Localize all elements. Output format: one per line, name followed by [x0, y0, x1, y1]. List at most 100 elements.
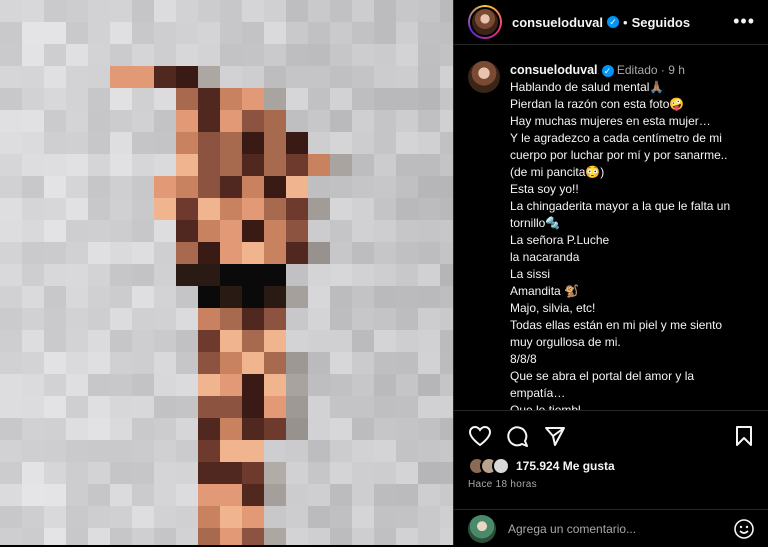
- caption-line: La chingaderita mayor a la que le falta …: [510, 199, 731, 213]
- caption-line: Que se abra el portal del amor y la: [510, 369, 695, 383]
- comment-input[interactable]: Agrega un comentario...: [508, 522, 636, 536]
- mosaic-pixel: [308, 352, 330, 374]
- mosaic-pixel: [110, 110, 132, 132]
- mosaic-pixel: [176, 308, 198, 330]
- mosaic-pixel: [264, 198, 286, 220]
- mosaic-pixel: [132, 352, 154, 374]
- mosaic-pixel: [132, 198, 154, 220]
- caption-line: La sissi: [510, 267, 551, 281]
- mosaic-pixel: [154, 66, 176, 88]
- heart-icon[interactable]: [468, 425, 492, 452]
- bookmark-icon[interactable]: [734, 425, 754, 452]
- mosaic-pixel: [286, 154, 308, 176]
- mosaic-pixel: [110, 528, 132, 545]
- caption-avatar[interactable]: [468, 61, 500, 93]
- mosaic-pixel: [0, 484, 22, 506]
- mosaic-pixel: [154, 528, 176, 545]
- mosaic-pixel: [418, 66, 440, 88]
- mosaic-pixel: [396, 220, 418, 242]
- author-avatar[interactable]: [470, 7, 500, 37]
- mosaic-pixel: [22, 528, 44, 545]
- author-avatar-ring[interactable]: [468, 5, 502, 39]
- mosaic-pixel: [440, 132, 453, 154]
- caption-username[interactable]: consueloduval: [510, 63, 598, 77]
- mosaic-pixel: [220, 44, 242, 66]
- mosaic-pixel: [176, 242, 198, 264]
- mosaic-pixel: [110, 0, 132, 22]
- mosaic-pixel: [44, 154, 66, 176]
- emoji-icon[interactable]: [733, 518, 755, 545]
- mosaic-pixel: [154, 176, 176, 198]
- caption-line: Majo, silvia, etc!: [510, 301, 596, 315]
- mosaic-pixel: [132, 110, 154, 132]
- mosaic-pixel: [374, 44, 396, 66]
- mosaic-pixel: [418, 110, 440, 132]
- mosaic-pixel: [132, 220, 154, 242]
- mosaic-pixel: [88, 110, 110, 132]
- mosaic-pixel: [88, 418, 110, 440]
- likes-count[interactable]: 175.924 Me gusta: [516, 459, 615, 473]
- mosaic-pixel: [242, 396, 264, 418]
- mosaic-pixel: [44, 132, 66, 154]
- mosaic-pixel: [396, 330, 418, 352]
- mosaic-pixel: [308, 110, 330, 132]
- more-horizontal-icon[interactable]: •••: [733, 11, 755, 32]
- mosaic-pixel: [286, 286, 308, 308]
- mosaic-pixel: [44, 66, 66, 88]
- mosaic-pixel: [66, 484, 88, 506]
- post-side-panel: consueloduval ✓ • Seguidos ••• consuelod…: [453, 0, 768, 545]
- mosaic-pixel: [374, 440, 396, 462]
- mosaic-pixel: [154, 506, 176, 528]
- post-image[interactable]: [0, 0, 453, 545]
- mosaic-pixel: [198, 66, 220, 88]
- author-username[interactable]: consueloduval: [512, 15, 603, 30]
- mosaic-pixel: [374, 198, 396, 220]
- mosaic-pixel: [176, 220, 198, 242]
- mosaic-pixel: [220, 110, 242, 132]
- mosaic-pixel: [22, 132, 44, 154]
- share-icon[interactable]: [544, 425, 566, 452]
- mosaic-pixel: [396, 418, 418, 440]
- comment-icon[interactable]: [506, 425, 528, 452]
- liker-avatar: [492, 457, 510, 475]
- mosaic-pixel: [154, 22, 176, 44]
- mosaic-pixel: [0, 110, 22, 132]
- mosaic-pixel: [286, 44, 308, 66]
- mosaic-pixel: [0, 22, 22, 44]
- mosaic-pixel: [418, 0, 440, 22]
- mosaic-pixel: [0, 330, 22, 352]
- mosaic-pixel: [418, 176, 440, 198]
- likes-row[interactable]: 175.924 Me gusta: [468, 457, 615, 475]
- mosaic-pixel: [440, 242, 453, 264]
- mosaic-pixel: [198, 242, 220, 264]
- mosaic-pixel: [110, 176, 132, 198]
- mosaic-pixel: [396, 352, 418, 374]
- mosaic-pixel: [66, 66, 88, 88]
- mosaic-pixel: [154, 0, 176, 22]
- mosaic-pixel: [66, 528, 88, 545]
- mosaic-pixel: [132, 396, 154, 418]
- mosaic-pixel: [418, 528, 440, 545]
- following-button[interactable]: Seguidos: [632, 15, 691, 30]
- mosaic-pixel: [110, 462, 132, 484]
- mosaic-pixel: [198, 330, 220, 352]
- mosaic-pixel: [22, 176, 44, 198]
- mosaic-pixel: [308, 506, 330, 528]
- mosaic-pixel: [132, 308, 154, 330]
- mosaic-pixel: [198, 440, 220, 462]
- mosaic-pixel: [22, 154, 44, 176]
- mosaic-pixel: [198, 220, 220, 242]
- mosaic-pixel: [198, 154, 220, 176]
- mosaic-pixel: [286, 440, 308, 462]
- caption-time[interactable]: 9 h: [668, 63, 685, 77]
- mosaic-pixel: [242, 462, 264, 484]
- mosaic-pixel: [396, 484, 418, 506]
- mosaic-pixel: [220, 154, 242, 176]
- post-time[interactable]: Hace 18 horas: [468, 479, 537, 490]
- viewer-avatar: [468, 514, 496, 543]
- mosaic-pixel: [418, 308, 440, 330]
- mosaic-pixel: [418, 220, 440, 242]
- mosaic-pixel: [264, 352, 286, 374]
- mosaic-pixel: [198, 22, 220, 44]
- mosaic-pixel: [176, 462, 198, 484]
